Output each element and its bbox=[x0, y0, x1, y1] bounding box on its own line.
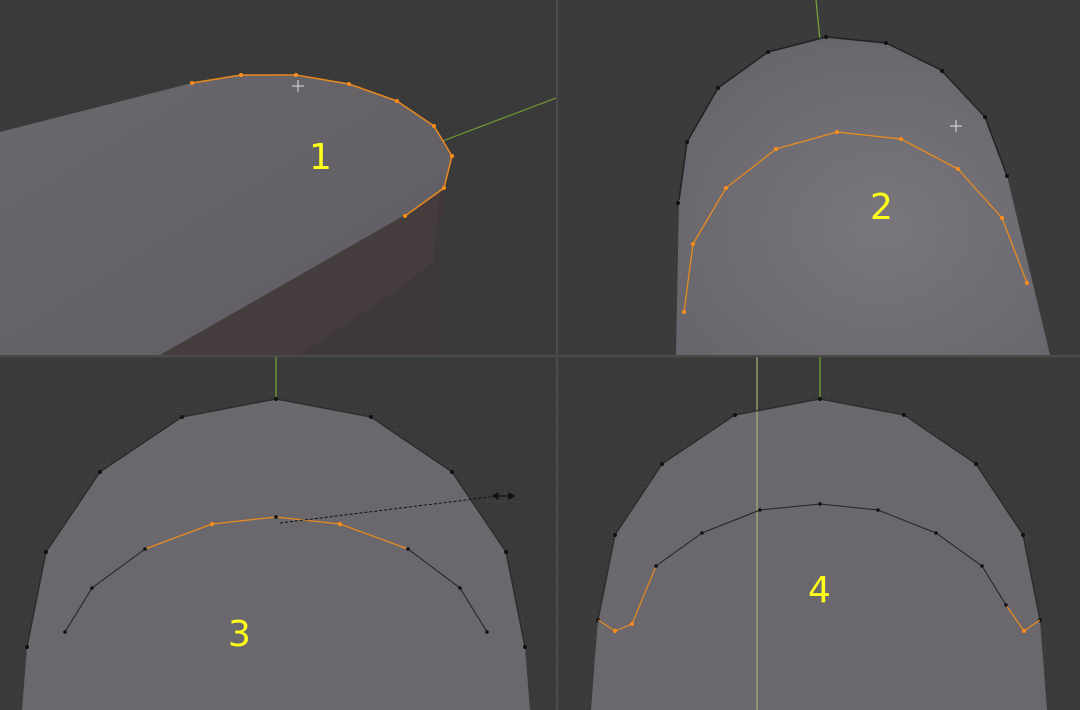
viewport-4[interactable]: 4 bbox=[558, 357, 1080, 710]
blender-edge-slide-comparison: 1 2 3 4 bbox=[0, 0, 1080, 710]
panel-number-2: 2 bbox=[870, 187, 893, 228]
viewport-3[interactable]: 3 bbox=[0, 357, 556, 710]
panel-number-4: 4 bbox=[808, 570, 831, 611]
y-axis-line bbox=[439, 97, 556, 143]
viewport-2-canvas bbox=[676, 0, 1050, 355]
y-axis-line bbox=[815, 0, 821, 41]
viewport-2[interactable]: 2 bbox=[558, 0, 1080, 355]
panel-number-3: 3 bbox=[228, 614, 251, 655]
viewport-3-canvas bbox=[0, 357, 556, 710]
viewport-1-canvas bbox=[0, 73, 556, 355]
panel-number-1: 1 bbox=[309, 137, 332, 178]
mesh-face bbox=[676, 37, 1050, 355]
viewport-1[interactable]: 1 bbox=[0, 0, 556, 355]
viewport-4-canvas bbox=[558, 357, 1080, 710]
viewport-divider-horizontal[interactable] bbox=[0, 355, 1080, 357]
